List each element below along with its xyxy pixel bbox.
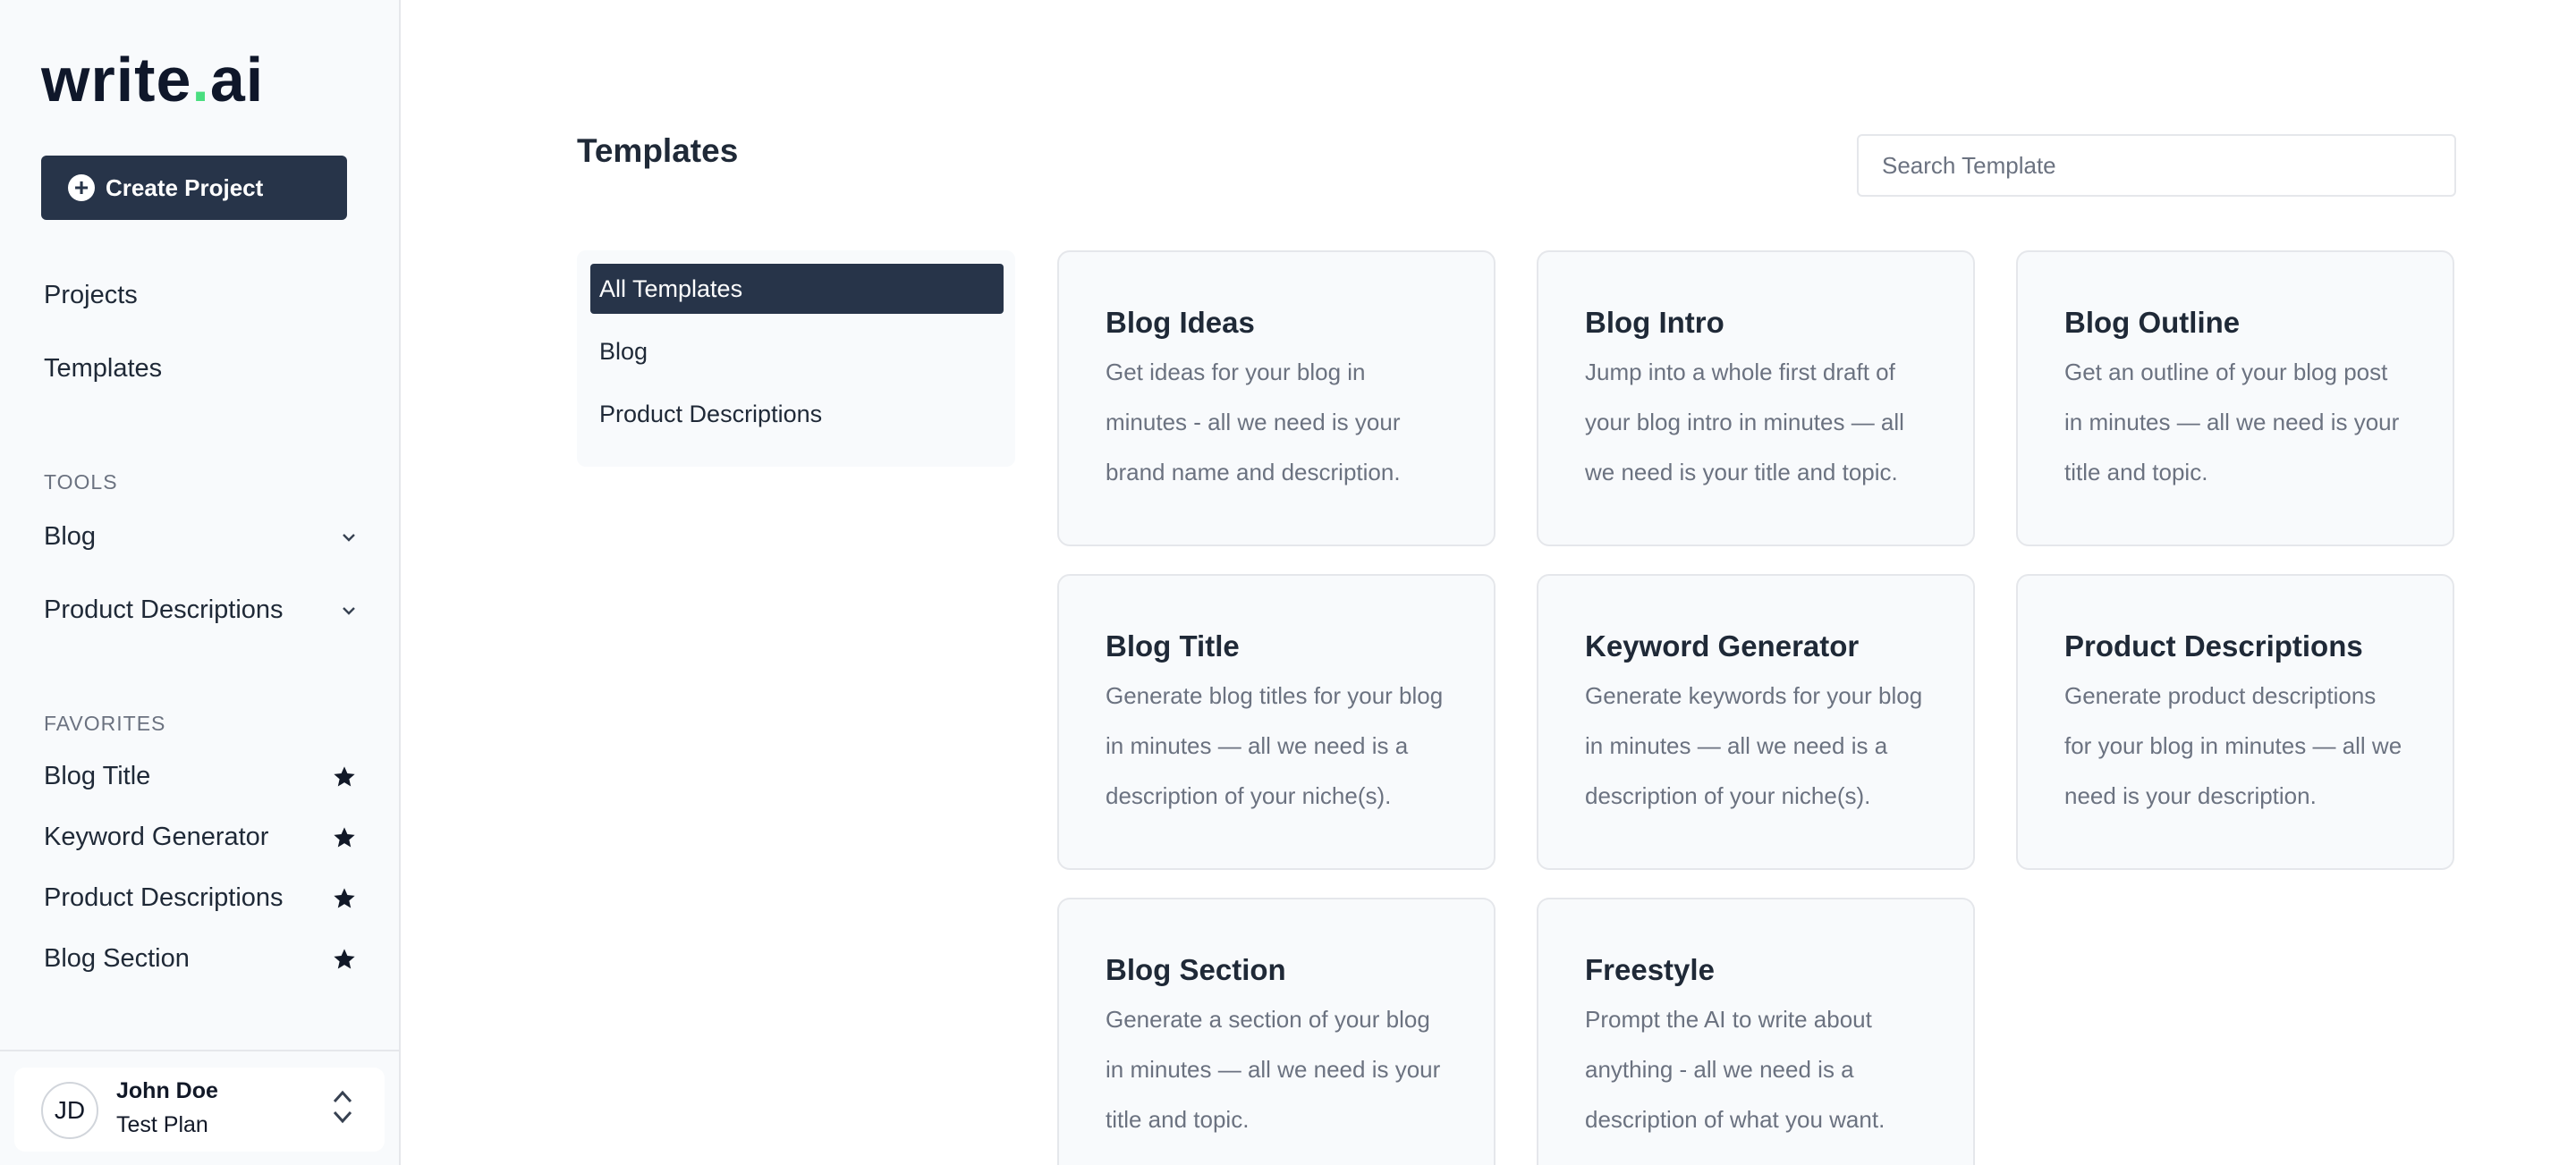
card-description: Get an outline of your blog post in minu… bbox=[2064, 359, 2400, 485]
card-description: Prompt the AI to write about anything - … bbox=[1585, 1006, 1885, 1133]
card-description: Generate keywords for your blog in minut… bbox=[1585, 682, 1923, 809]
tool-item-blog[interactable]: Blog bbox=[44, 522, 357, 552]
chevron-down-icon bbox=[343, 606, 355, 615]
search-input[interactable] bbox=[1857, 134, 2456, 197]
chevron-up-down-icon[interactable] bbox=[329, 1087, 356, 1127]
page-title: Templates bbox=[577, 132, 739, 169]
template-card-blog-ideas[interactable]: Blog Ideas Get ideas for your blog in mi… bbox=[1057, 250, 1496, 546]
template-card-blog-intro[interactable]: Blog Intro Jump into a whole first draft… bbox=[1537, 250, 1975, 546]
favorite-item-label: Blog Title bbox=[44, 762, 151, 790]
tools-section-label: TOOLS bbox=[44, 470, 118, 494]
plus-circle-icon: + bbox=[68, 174, 95, 201]
card-title: Blog Intro bbox=[1585, 306, 1724, 339]
star-icon[interactable] bbox=[332, 947, 357, 972]
star-icon[interactable] bbox=[332, 764, 357, 789]
nav-item-templates[interactable]: Templates bbox=[44, 354, 162, 384]
favorite-item-blog-title[interactable]: Blog Title bbox=[44, 762, 357, 791]
favorites-section-label: FAVORITES bbox=[44, 712, 166, 735]
tool-item-product-descriptions[interactable]: Product Descriptions bbox=[44, 595, 357, 625]
favorite-item-blog-section[interactable]: Blog Section bbox=[44, 944, 357, 974]
card-title: Blog Section bbox=[1106, 953, 1286, 986]
template-card-blog-section[interactable]: Blog Section Generate a section of your … bbox=[1057, 898, 1496, 1165]
user-plan: Test Plan bbox=[116, 1112, 208, 1137]
chevron-down-icon bbox=[343, 533, 355, 542]
template-card-freestyle[interactable]: Freestyle Prompt the AI to write about a… bbox=[1537, 898, 1975, 1165]
user-menu[interactable]: JD John Doe Test Plan bbox=[14, 1068, 385, 1152]
card-description: Jump into a whole first draft of your bl… bbox=[1585, 359, 1904, 485]
favorite-item-product-descriptions[interactable]: Product Descriptions bbox=[44, 883, 357, 913]
user-name: John Doe bbox=[116, 1078, 218, 1103]
filter-product-descriptions[interactable]: Product Descriptions bbox=[590, 389, 1004, 439]
filter-blog[interactable]: Blog bbox=[590, 326, 1004, 376]
favorite-item-label: Product Descriptions bbox=[44, 883, 284, 912]
star-icon[interactable] bbox=[332, 825, 357, 850]
template-card-blog-outline[interactable]: Blog Outline Get an outline of your blog… bbox=[2016, 250, 2454, 546]
template-card-blog-title[interactable]: Blog Title Generate blog titles for your… bbox=[1057, 574, 1496, 870]
template-card-keyword-generator[interactable]: Keyword Generator Generate keywords for … bbox=[1537, 574, 1975, 870]
create-project-label: Create Project bbox=[106, 173, 264, 201]
filter-all-templates[interactable]: All Templates bbox=[590, 264, 1004, 314]
sidebar: write.ai + Create Project Projects Templ… bbox=[0, 0, 401, 1165]
card-title: Blog Outline bbox=[2064, 306, 2241, 339]
star-icon[interactable] bbox=[332, 886, 357, 911]
card-title: Freestyle bbox=[1585, 953, 1715, 986]
card-description: Get ideas for your blog in minutes - all… bbox=[1106, 359, 1401, 485]
favorite-item-label: Blog Section bbox=[44, 944, 190, 973]
favorite-item-keyword-generator[interactable]: Keyword Generator bbox=[44, 823, 357, 852]
avatar: JD bbox=[41, 1082, 98, 1139]
template-card-product-descriptions[interactable]: Product Descriptions Generate product de… bbox=[2016, 574, 2454, 870]
card-title: Blog Ideas bbox=[1106, 306, 1255, 339]
tool-item-label: Blog bbox=[44, 522, 97, 551]
tool-item-label: Product Descriptions bbox=[44, 595, 284, 624]
card-title: Blog Title bbox=[1106, 629, 1240, 663]
card-description: Generate product descriptions for your b… bbox=[2064, 682, 2402, 809]
logo[interactable]: write.ai bbox=[41, 39, 264, 120]
template-filter-panel: All Templates Blog Product Descriptions bbox=[577, 250, 1015, 467]
card-description: Generate blog titles for your blog in mi… bbox=[1106, 682, 1444, 809]
create-project-button[interactable]: + Create Project bbox=[41, 156, 347, 220]
card-title: Keyword Generator bbox=[1585, 629, 1860, 663]
favorite-item-label: Keyword Generator bbox=[44, 823, 269, 851]
card-description: Generate a section of your blog in minut… bbox=[1106, 1006, 1441, 1133]
nav-item-projects[interactable]: Projects bbox=[44, 281, 138, 310]
card-title: Product Descriptions bbox=[2064, 629, 2363, 663]
divider bbox=[0, 1050, 399, 1051]
